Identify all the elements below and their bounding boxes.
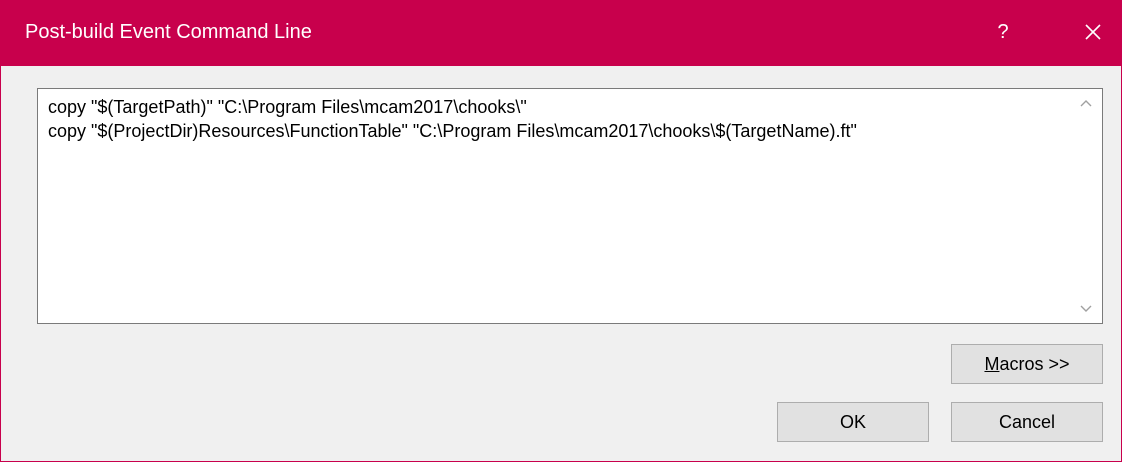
cancel-button[interactable]: Cancel bbox=[951, 402, 1103, 442]
macros-label: acros >> bbox=[999, 354, 1070, 374]
command-line-textarea[interactable]: copy "$(TargetPath)" "C:\Program Files\m… bbox=[37, 88, 1103, 324]
command-line-1: copy "$(TargetPath)" "C:\Program Files\m… bbox=[48, 97, 527, 117]
chevron-down-icon[interactable] bbox=[1080, 305, 1092, 313]
title-bar[interactable]: Post-build Event Command Line ? bbox=[1, 0, 1121, 66]
macros-mnemonic: M bbox=[984, 354, 1000, 374]
post-build-dialog: Post-build Event Command Line ? copy "$(… bbox=[0, 0, 1122, 462]
help-button[interactable]: ? bbox=[983, 14, 1023, 50]
dialog-title: Post-build Event Command Line bbox=[25, 21, 312, 43]
chevron-up-icon[interactable] bbox=[1080, 99, 1092, 107]
command-text[interactable]: copy "$(TargetPath)" "C:\Program Files\m… bbox=[48, 95, 1062, 143]
close-icon bbox=[1085, 24, 1101, 40]
macros-button[interactable]: Macros >> bbox=[951, 344, 1103, 384]
command-line-2: copy "$(ProjectDir)Resources\FunctionTab… bbox=[48, 121, 857, 141]
vertical-scrollbar[interactable] bbox=[1070, 89, 1102, 323]
ok-button[interactable]: OK bbox=[777, 402, 929, 442]
close-button[interactable] bbox=[1073, 14, 1113, 50]
